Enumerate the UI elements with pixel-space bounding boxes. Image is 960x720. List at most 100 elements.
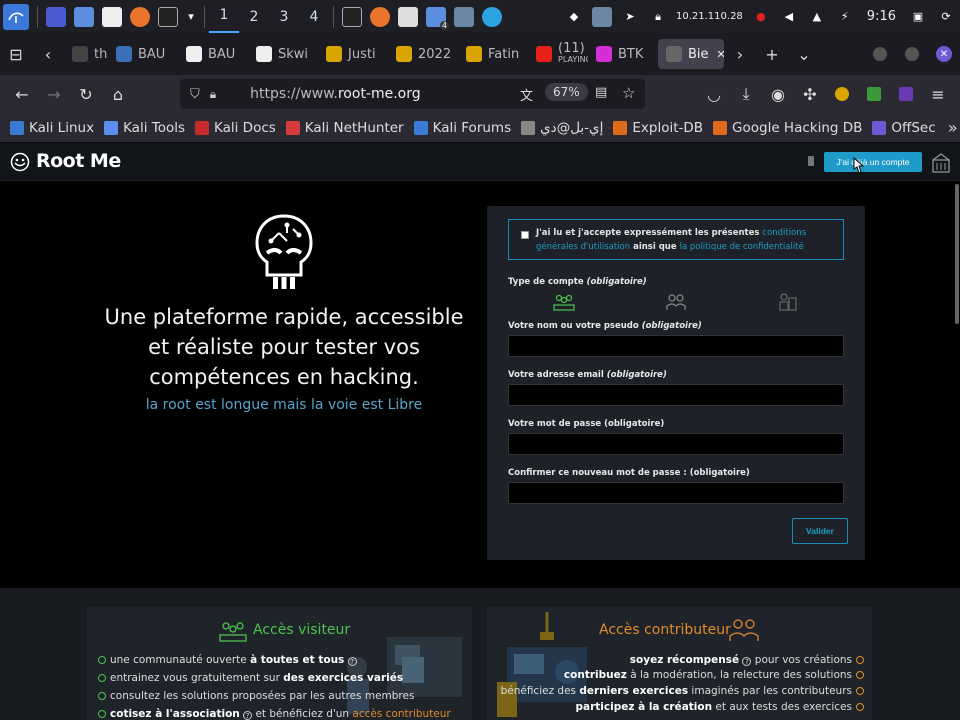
bookmark-item[interactable]: Kali Docs: [195, 120, 276, 136]
workspace-2[interactable]: 2: [239, 9, 269, 25]
browser-tab[interactable]: BAU: [178, 39, 248, 69]
tab-scroll-right-icon[interactable]: ›: [724, 38, 756, 70]
tab-label: 2022: [418, 46, 452, 62]
browser-tab[interactable]: Fatin: [458, 39, 528, 69]
bookmark-item[interactable]: Kali Tools: [104, 120, 185, 136]
window-minimize-button[interactable]: [864, 38, 896, 70]
email-input[interactable]: [508, 384, 844, 406]
login-button[interactable]: J'ai déjà un compte: [824, 152, 922, 172]
send-icon[interactable]: ➤: [620, 7, 640, 27]
tab-favicon-icon: [666, 46, 682, 62]
bookmark-item[interactable]: Kali NetHunter: [285, 120, 404, 136]
translate-icon[interactable]: 文: [520, 85, 533, 104]
app-menu-icon[interactable]: ≡: [922, 78, 954, 110]
tab-scroll-left-icon[interactable]: ‹: [32, 38, 64, 70]
browser-tab[interactable]: (11) InPLAYING: [528, 39, 588, 69]
back-button[interactable]: ←: [6, 78, 38, 110]
terminal-icon[interactable]: [158, 6, 178, 27]
help-icon[interactable]: ?: [243, 711, 253, 720]
url-text[interactable]: https://www.root-me.org: [250, 86, 421, 102]
reader-view-icon[interactable]: ▤: [595, 85, 607, 100]
text-editor-icon[interactable]: [102, 6, 122, 27]
notification-bell-icon[interactable]: ▲: [807, 7, 827, 27]
bookmark-item[interactable]: Google Hacking DB: [713, 120, 862, 136]
bookmark-star-icon[interactable]: ☆: [622, 84, 635, 102]
firefox-window-icon[interactable]: [370, 6, 390, 27]
submit-button[interactable]: Valider: [792, 518, 848, 544]
vpn-icon[interactable]: [592, 6, 612, 27]
list-all-tabs-icon[interactable]: ⌄: [788, 38, 820, 70]
confirm-password-input[interactable]: [508, 482, 844, 504]
bookmark-item[interactable]: OffSec: [872, 120, 936, 136]
files-icon[interactable]: [74, 6, 94, 27]
terminal-window-icon[interactable]: [342, 6, 362, 27]
browser-tab[interactable]: 2022: [388, 39, 458, 69]
help-icon[interactable]: ?: [347, 657, 357, 666]
url-bar[interactable]: ⛉ 🔒︎ https://www.root-me.org 文 67% ▤ ☆: [180, 79, 645, 109]
downloads-icon[interactable]: ⤓: [730, 78, 762, 110]
telegram-icon[interactable]: [482, 6, 502, 27]
editor-window-icon[interactable]: [398, 6, 418, 27]
bookmark-item[interactable]: Kali Forums: [413, 120, 511, 136]
close-tab-icon[interactable]: ✕: [717, 48, 724, 61]
files-window-icon[interactable]: 4: [426, 6, 449, 30]
page-scrollbar[interactable]: [955, 184, 959, 324]
site-lock-icon[interactable]: 🔒︎: [210, 87, 216, 102]
browser-tab[interactable]: BTK: [588, 39, 658, 69]
contributor-access-link[interactable]: accès contributeur: [352, 708, 450, 720]
privacy-link[interactable]: la politique de confidentialité: [680, 242, 804, 252]
logout-icon[interactable]: ⟳: [936, 7, 956, 27]
workspace-4[interactable]: 4: [299, 9, 329, 25]
workspace-1[interactable]: 1: [209, 0, 239, 33]
account-icon[interactable]: ◉: [762, 78, 794, 110]
workspace-3[interactable]: 3: [269, 9, 299, 25]
new-tab-button[interactable]: +: [756, 38, 788, 70]
tracking-protection-icon[interactable]: ⛉: [190, 87, 200, 102]
desktop-icon[interactable]: [46, 6, 66, 27]
browser-tab[interactable]: th: [64, 39, 108, 69]
site-logo[interactable]: Root Me: [36, 150, 121, 172]
zoom-level[interactable]: 67%: [545, 83, 588, 101]
contributor-account-icon[interactable]: [665, 292, 687, 312]
chevron-down-icon[interactable]: ▾: [186, 7, 196, 27]
browser-tab[interactable]: BAU: [108, 39, 178, 69]
bookmark-favicon-icon: [104, 120, 119, 135]
root-me-logo-icon[interactable]: [10, 152, 30, 172]
browser-tab[interactable]: Skwi: [248, 39, 318, 69]
theme-toggle-icon[interactable]: [808, 156, 814, 166]
volume-icon[interactable]: ◀: [779, 7, 799, 27]
power-manager-icon[interactable]: ⚡: [835, 7, 855, 27]
forward-button[interactable]: →: [38, 78, 70, 110]
bookmark-item[interactable]: Kali Linux: [10, 120, 94, 136]
bookmark-label: إي-بل@دي: [540, 119, 604, 136]
browser-tab[interactable]: Justi: [318, 39, 388, 69]
microphone-icon[interactable]: ●: [751, 7, 771, 27]
visitor-account-icon[interactable]: [553, 293, 575, 311]
pocket-icon[interactable]: ◡: [698, 78, 730, 110]
window-close-button[interactable]: ✕: [928, 38, 960, 70]
wifi-icon[interactable]: ◆: [564, 7, 584, 27]
network-tool-icon[interactable]: [454, 6, 474, 27]
language-flag-icon[interactable]: [930, 152, 952, 174]
bookmark-item[interactable]: إي-بل@دي: [521, 120, 603, 136]
extension-2-icon[interactable]: [858, 78, 890, 110]
firefox-view-icon[interactable]: ⊟: [0, 38, 32, 70]
reload-button[interactable]: ↻: [70, 78, 102, 110]
extensions-icon[interactable]: ✣: [794, 78, 826, 110]
extension-3-icon[interactable]: [890, 78, 922, 110]
password-input[interactable]: [508, 433, 844, 455]
enterprise-account-icon[interactable]: [778, 292, 798, 312]
bookmarks-overflow-icon[interactable]: »: [946, 112, 960, 144]
browser-tab[interactable]: Bie ✕: [658, 39, 724, 69]
screen-lock-icon[interactable]: ▣: [908, 7, 928, 27]
window-maximize-button[interactable]: [896, 38, 928, 70]
window-count-badge: 4: [439, 20, 449, 30]
home-button[interactable]: ⌂: [102, 78, 134, 110]
terms-checkbox[interactable]: [521, 231, 529, 239]
extension-1-icon[interactable]: [826, 78, 858, 110]
name-input[interactable]: [508, 335, 844, 357]
firefox-icon[interactable]: [130, 6, 150, 27]
kali-menu-icon[interactable]: [3, 3, 29, 30]
bookmark-item[interactable]: Exploit-DB: [613, 120, 703, 136]
contributor-line-2: contribuez à la modération, la relecture…: [564, 669, 864, 681]
